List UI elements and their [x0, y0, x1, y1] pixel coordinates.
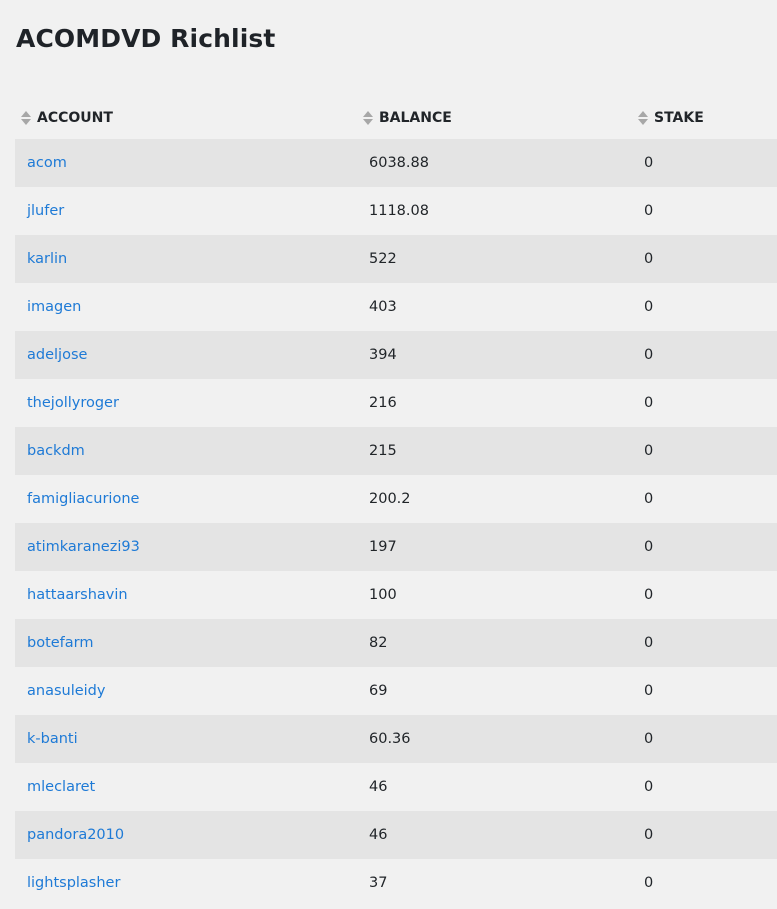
cell-balance: 522: [357, 235, 632, 283]
richlist-table: ACCOUNT BALANCE STAKE acom 6038.88 0 jlu…: [15, 91, 777, 907]
account-link[interactable]: adeljose: [27, 347, 87, 363]
column-header-account[interactable]: ACCOUNT: [15, 91, 357, 139]
cell-account: mleclaret: [15, 763, 357, 811]
cell-account: famigliacurione: [15, 475, 357, 523]
richlist-page: ACOMDVD Richlist ACCOUNT BALANCE STAKE a…: [0, 0, 777, 909]
cell-account: k-banti: [15, 715, 357, 763]
table-row: hattaarshavin 100 0: [15, 571, 777, 619]
account-link[interactable]: mleclaret: [27, 779, 95, 795]
column-header-stake[interactable]: STAKE: [632, 91, 777, 139]
cell-account: imagen: [15, 283, 357, 331]
cell-account: hattaarshavin: [15, 571, 357, 619]
table-row: anasuleidy 69 0: [15, 667, 777, 715]
cell-account: acom: [15, 139, 357, 187]
cell-balance: 215: [357, 427, 632, 475]
cell-balance: 46: [357, 763, 632, 811]
cell-account: pandora2010: [15, 811, 357, 859]
cell-stake: 0: [632, 715, 777, 763]
table-row: adeljose 394 0: [15, 331, 777, 379]
cell-stake: 0: [632, 859, 777, 907]
account-link[interactable]: k-banti: [27, 731, 78, 747]
cell-balance: 197: [357, 523, 632, 571]
cell-stake: 0: [632, 619, 777, 667]
cell-account: adeljose: [15, 331, 357, 379]
cell-stake: 0: [632, 763, 777, 811]
cell-stake: 0: [632, 571, 777, 619]
cell-balance: 46: [357, 811, 632, 859]
table-row: famigliacurione 200.2 0: [15, 475, 777, 523]
table-row: thejollyroger 216 0: [15, 379, 777, 427]
account-link[interactable]: pandora2010: [27, 827, 124, 843]
table-body: acom 6038.88 0 jlufer 1118.08 0 karlin 522 0 imag…: [15, 139, 777, 907]
cell-stake: 0: [632, 235, 777, 283]
table-row: backdm 215 0: [15, 427, 777, 475]
column-header-stake-label: STAKE: [654, 109, 704, 126]
cell-balance: 394: [357, 331, 632, 379]
account-link[interactable]: acom: [27, 155, 67, 171]
account-link[interactable]: imagen: [27, 299, 81, 315]
table-row: mleclaret 46 0: [15, 763, 777, 811]
table-row: karlin 522 0: [15, 235, 777, 283]
cell-stake: 0: [632, 379, 777, 427]
cell-balance: 403: [357, 283, 632, 331]
account-link[interactable]: karlin: [27, 251, 67, 267]
account-link[interactable]: jlufer: [27, 203, 64, 219]
cell-balance: 200.2: [357, 475, 632, 523]
column-header-account-label: ACCOUNT: [37, 109, 113, 126]
cell-stake: 0: [632, 139, 777, 187]
cell-stake: 0: [632, 523, 777, 571]
cell-stake: 0: [632, 427, 777, 475]
account-link[interactable]: thejollyroger: [27, 395, 119, 411]
table-row: atimkaranezi93 197 0: [15, 523, 777, 571]
header-row: ACCOUNT BALANCE STAKE: [15, 91, 777, 139]
cell-balance: 6038.88: [357, 139, 632, 187]
cell-account: thejollyroger: [15, 379, 357, 427]
account-link[interactable]: hattaarshavin: [27, 587, 128, 603]
table-row: imagen 403 0: [15, 283, 777, 331]
table-row: botefarm 82 0: [15, 619, 777, 667]
cell-stake: 0: [632, 811, 777, 859]
table-row: jlufer 1118.08 0: [15, 187, 777, 235]
column-header-balance-label: BALANCE: [379, 109, 452, 126]
cell-account: jlufer: [15, 187, 357, 235]
sort-icon[interactable]: [363, 110, 373, 125]
cell-account: karlin: [15, 235, 357, 283]
cell-stake: 0: [632, 331, 777, 379]
sort-icon[interactable]: [638, 110, 648, 125]
sort-icon[interactable]: [21, 110, 31, 125]
cell-stake: 0: [632, 667, 777, 715]
account-link[interactable]: lightsplasher: [27, 875, 120, 891]
cell-balance: 37: [357, 859, 632, 907]
page-title: ACOMDVD Richlist: [16, 24, 276, 53]
cell-account: anasuleidy: [15, 667, 357, 715]
cell-stake: 0: [632, 283, 777, 331]
account-link[interactable]: botefarm: [27, 635, 94, 651]
cell-balance: 1118.08: [357, 187, 632, 235]
table-row: k-banti 60.36 0: [15, 715, 777, 763]
account-link[interactable]: anasuleidy: [27, 683, 105, 699]
table-row: acom 6038.88 0: [15, 139, 777, 187]
cell-account: lightsplasher: [15, 859, 357, 907]
account-link[interactable]: atimkaranezi93: [27, 539, 140, 555]
cell-balance: 216: [357, 379, 632, 427]
account-link[interactable]: backdm: [27, 443, 85, 459]
table-row: lightsplasher 37 0: [15, 859, 777, 907]
cell-stake: 0: [632, 187, 777, 235]
table-row: pandora2010 46 0: [15, 811, 777, 859]
cell-account: atimkaranezi93: [15, 523, 357, 571]
table-header: ACCOUNT BALANCE STAKE: [15, 91, 777, 139]
account-link[interactable]: famigliacurione: [27, 491, 139, 507]
cell-balance: 60.36: [357, 715, 632, 763]
cell-balance: 100: [357, 571, 632, 619]
cell-balance: 69: [357, 667, 632, 715]
cell-account: botefarm: [15, 619, 357, 667]
cell-account: backdm: [15, 427, 357, 475]
column-header-balance[interactable]: BALANCE: [357, 91, 632, 139]
cell-stake: 0: [632, 475, 777, 523]
cell-balance: 82: [357, 619, 632, 667]
